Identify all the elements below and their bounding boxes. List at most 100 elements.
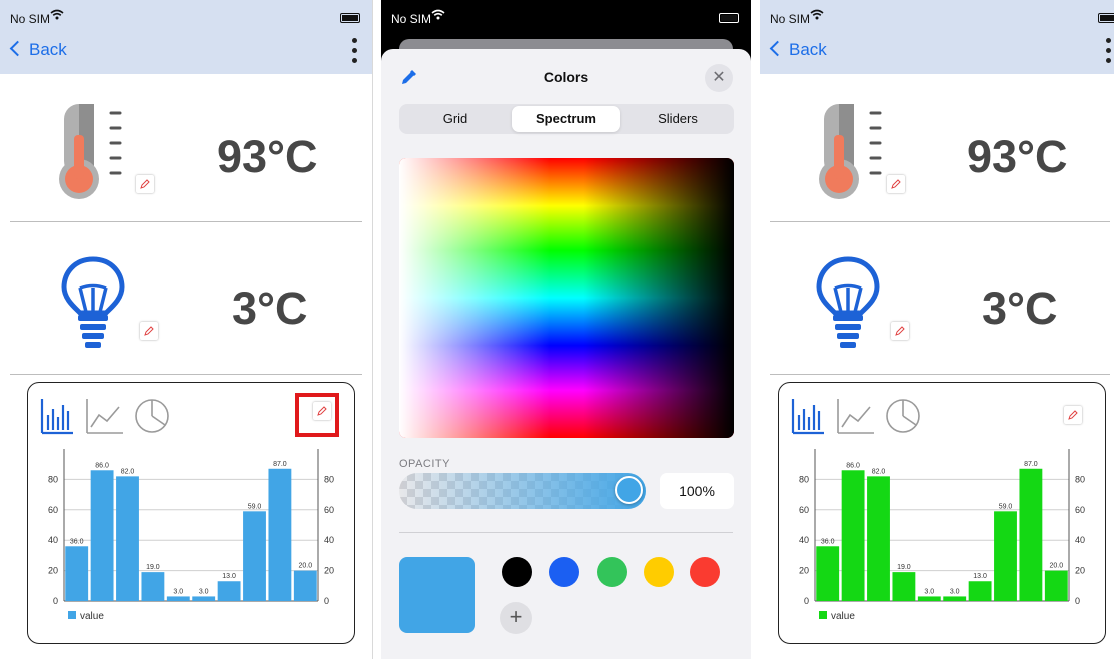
more-options-button[interactable] [352, 38, 358, 66]
bar [116, 476, 139, 601]
bar-chart-icon[interactable] [40, 397, 74, 435]
chart-card: 0 0 20 20 40 40 60 60 80 80 36.0 86.0 82.0 19.0 3.0 3.0… [27, 382, 355, 644]
edit-bulb-button[interactable] [891, 322, 909, 340]
edit-temperature-button[interactable] [887, 175, 905, 193]
y-tick-label-left: 20 [48, 566, 58, 576]
y-tick-label-right: 40 [324, 535, 334, 545]
bar [1019, 468, 1043, 601]
divider [10, 374, 362, 375]
line-chart-icon[interactable] [836, 397, 876, 435]
bar [968, 581, 992, 601]
opacity-value-field[interactable]: 100% [660, 473, 734, 509]
bar-value-label: 3.0 [199, 588, 209, 595]
add-color-button[interactable]: + [500, 602, 532, 634]
bar [90, 470, 114, 601]
swatch-black[interactable] [502, 557, 532, 587]
bar [65, 546, 89, 601]
y-tick-label-right: 80 [1075, 474, 1085, 484]
bar-value-label: 87.0 [1024, 461, 1038, 468]
bar [243, 511, 266, 601]
right-screen: No SIM Back 93°C 3°C 0 0 20 20 40 40 60 … [760, 0, 1114, 659]
bar [943, 596, 967, 601]
y-tick-label-right: 20 [324, 566, 334, 576]
divider [10, 221, 362, 222]
bar [141, 572, 165, 601]
bar-value-label: 19.0 [897, 564, 911, 571]
bar-chart: 0 0 20 20 40 40 60 60 80 80 36.0 86.0 82.0 19.0 3.0 3.0… [48, 449, 334, 622]
bar-value-label: 3.0 [924, 588, 934, 595]
bar [217, 581, 241, 601]
bar-value-label: 87.0 [273, 461, 287, 468]
thermometer-icon [59, 104, 122, 199]
color-spectrum[interactable] [399, 158, 734, 438]
legend-swatch [819, 611, 827, 619]
bar-chart-icon[interactable] [791, 397, 825, 435]
y-tick-label-left: 40 [48, 535, 58, 545]
bulb-value: 3°C [982, 283, 1058, 334]
bar-value-label: 59.0 [248, 503, 262, 510]
edit-chart-button[interactable] [1064, 406, 1082, 424]
y-tick-label-right: 40 [1075, 535, 1085, 545]
bar-value-label: 20.0 [1049, 563, 1063, 570]
bulb-value: 3°C [232, 283, 308, 334]
edit-temperature-button[interactable] [136, 175, 154, 193]
selected-color-preview [399, 557, 475, 633]
line-chart-icon[interactable] [85, 397, 125, 435]
swatch-yellow[interactable] [644, 557, 674, 587]
back-button[interactable]: Back [769, 40, 827, 60]
battery-icon [1098, 13, 1114, 23]
carrier-label: No SIM [10, 12, 51, 26]
y-tick-label-left: 60 [799, 505, 809, 515]
bar-value-label: 86.0 [95, 462, 109, 469]
carrier-label: No SIM [391, 12, 432, 26]
battery-icon [340, 13, 360, 23]
opacity-slider[interactable] [399, 473, 646, 509]
carrier-label: No SIM [770, 12, 811, 26]
light-bulb-icon [61, 256, 125, 348]
y-tick-label-right: 60 [324, 505, 334, 515]
bar-value-label: 36.0 [70, 538, 84, 545]
bar [293, 570, 317, 601]
chevron-left-icon [9, 40, 26, 57]
temperature-value: 93°C [217, 131, 318, 182]
middle-screen: No SIM Colors ✕ Grid Spectrum Sliders OP… [381, 0, 751, 659]
y-tick-label-right: 20 [1075, 566, 1085, 576]
tab-grid[interactable]: Grid [401, 106, 509, 132]
pie-chart-icon[interactable] [884, 397, 922, 435]
chevron-left-icon [769, 40, 786, 57]
y-tick-label-left: 0 [53, 596, 58, 606]
divider [770, 221, 1110, 222]
bar-value-label: 13.0 [973, 573, 987, 580]
bar [1044, 570, 1068, 601]
tab-sliders[interactable]: Sliders [624, 106, 732, 132]
pencil-icon [140, 179, 150, 189]
highlight-box [295, 393, 339, 437]
sheet-title: Colors [543, 69, 589, 85]
swatch-green[interactable] [597, 557, 627, 587]
more-options-button[interactable] [1106, 38, 1112, 66]
pencil-icon [144, 326, 154, 336]
y-tick-label-right: 0 [1075, 596, 1080, 606]
swatch-red[interactable] [690, 557, 720, 587]
y-tick-label-left: 80 [799, 474, 809, 484]
status-bar: No SIM [0, 0, 372, 32]
status-bar: No SIM [760, 0, 1114, 32]
pie-chart-icon[interactable] [133, 397, 171, 435]
legend-label: value [831, 611, 855, 622]
edit-bulb-button[interactable] [140, 322, 158, 340]
legend-label: value [80, 611, 104, 622]
color-picker-sheet: Colors ✕ Grid Spectrum Sliders OPACITY 1… [381, 49, 751, 659]
close-button[interactable]: ✕ [705, 64, 733, 92]
bar-value-label: 82.0 [872, 468, 886, 475]
swatch-blue[interactable] [549, 557, 579, 587]
opacity-slider-knob[interactable] [615, 476, 643, 504]
y-tick-label-left: 60 [48, 505, 58, 515]
bar-value-label: 3.0 [173, 588, 183, 595]
bar-value-label: 59.0 [999, 503, 1013, 510]
y-tick-label-left: 40 [799, 535, 809, 545]
tab-spectrum[interactable]: Spectrum [512, 106, 620, 132]
battery-icon [719, 13, 739, 23]
y-tick-label-right: 0 [324, 596, 329, 606]
back-button[interactable]: Back [9, 40, 67, 60]
divider [770, 374, 1110, 375]
